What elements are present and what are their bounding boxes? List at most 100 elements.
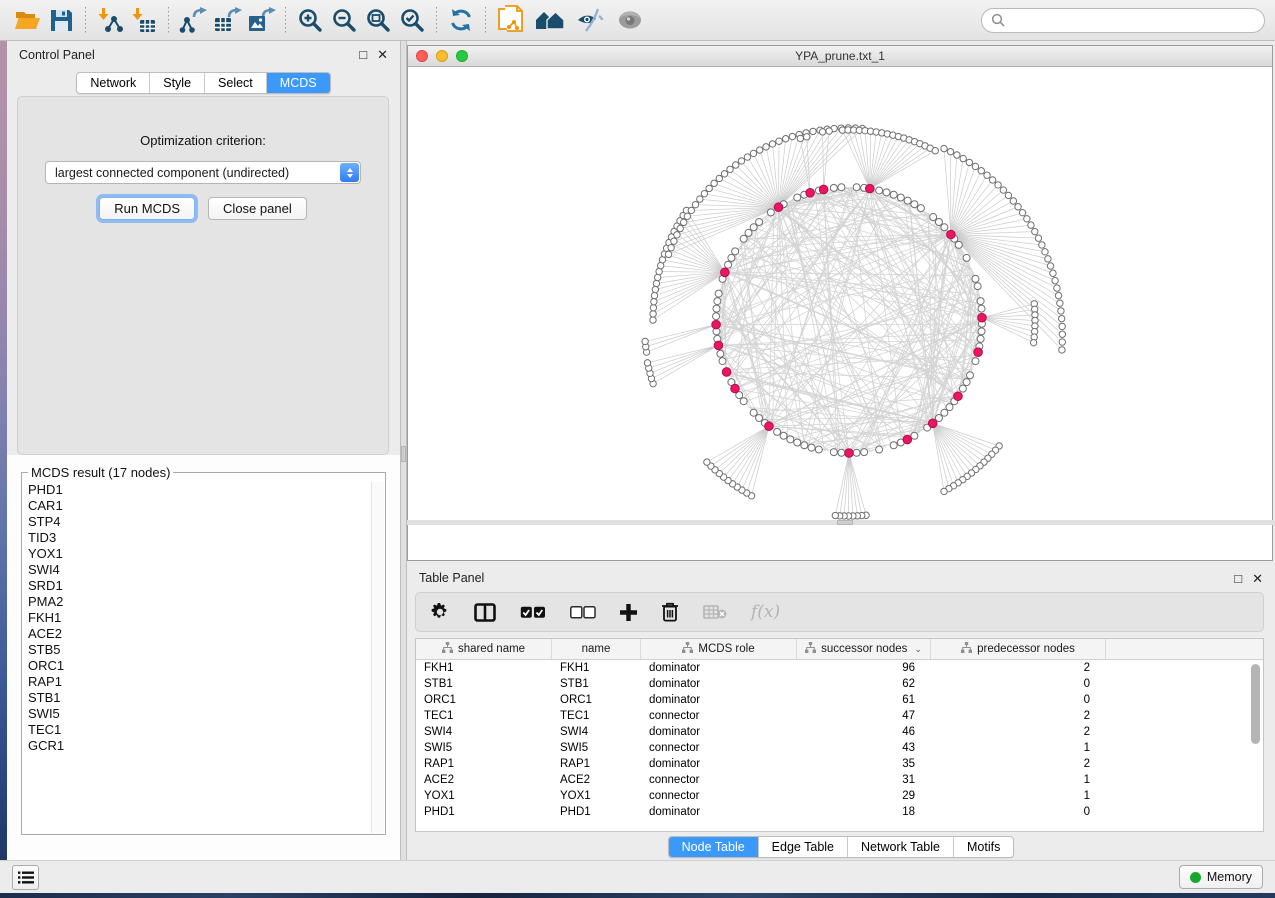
network-node[interactable]: [715, 290, 722, 297]
network-node[interactable]: [838, 184, 845, 191]
splitter-grip[interactable]: [837, 520, 853, 525]
network-node[interactable]: [680, 219, 686, 225]
network-node[interactable]: [946, 404, 953, 411]
network-node[interactable]: [804, 134, 810, 140]
mcds-node[interactable]: [714, 341, 723, 350]
network-node[interactable]: [644, 360, 650, 366]
table-row[interactable]: ACE2ACE2connector311: [416, 772, 1263, 788]
network-node[interactable]: [692, 201, 698, 207]
column-header-shared-name[interactable]: shared name: [416, 639, 552, 659]
close-panel-icon[interactable]: ✕: [1252, 572, 1263, 585]
network-node[interactable]: [917, 205, 924, 212]
network-node[interactable]: [861, 449, 868, 456]
network-node[interactable]: [890, 442, 897, 449]
network-node[interactable]: [876, 187, 883, 194]
network-node[interactable]: [960, 155, 966, 161]
task-history-button[interactable]: [12, 865, 39, 890]
import-network-icon[interactable]: [93, 4, 127, 36]
network-node[interactable]: [977, 335, 984, 342]
network-node[interactable]: [819, 129, 825, 135]
mcds-result-item[interactable]: PMA2: [23, 594, 371, 610]
network-node[interactable]: [984, 172, 990, 178]
network-node[interactable]: [711, 180, 717, 186]
column-header-predecessor-nodes[interactable]: predecessor nodes: [931, 639, 1106, 659]
network-node[interactable]: [1058, 315, 1064, 321]
network-node[interactable]: [1028, 222, 1034, 228]
network-node[interactable]: [780, 432, 787, 439]
network-node[interactable]: [978, 305, 985, 312]
network-node[interactable]: [1035, 235, 1041, 241]
network-node[interactable]: [721, 171, 727, 177]
network-node[interactable]: [732, 162, 738, 168]
network-node[interactable]: [1050, 270, 1056, 276]
mcds-result-item[interactable]: SWI4: [23, 562, 371, 578]
network-node[interactable]: [745, 229, 752, 236]
float-panel-icon[interactable]: □: [1234, 572, 1242, 585]
network-node[interactable]: [989, 177, 995, 183]
network-node[interactable]: [651, 298, 657, 304]
network-node[interactable]: [1000, 187, 1006, 193]
network-node[interactable]: [1039, 242, 1045, 248]
import-table-icon[interactable]: [127, 4, 161, 36]
settings-gear-icon[interactable]: [430, 600, 450, 624]
column-header-successor-nodes[interactable]: successor nodes⌄: [797, 639, 931, 659]
mcds-result-item[interactable]: CAR1: [23, 498, 371, 514]
network-node[interactable]: [808, 444, 815, 451]
table-row[interactable]: SWI5SWI5connector431: [416, 740, 1263, 756]
zoom-fit-icon[interactable]: [361, 4, 395, 36]
network-node[interactable]: [966, 159, 972, 165]
network-node[interactable]: [972, 275, 979, 282]
network-node[interactable]: [684, 213, 690, 219]
splitter-grip[interactable]: [401, 446, 406, 462]
network-node[interactable]: [688, 207, 694, 213]
network-node[interactable]: [1059, 323, 1065, 329]
network-node[interactable]: [1010, 198, 1016, 204]
network-node[interactable]: [1030, 339, 1036, 345]
network-node[interactable]: [995, 182, 1001, 188]
network-node[interactable]: [757, 147, 763, 153]
mcds-result-item[interactable]: STP4: [23, 514, 371, 530]
network-node[interactable]: [756, 414, 763, 421]
network-node[interactable]: [767, 209, 774, 216]
network-node[interactable]: [701, 190, 707, 196]
tab-motifs[interactable]: Motifs: [954, 837, 1013, 857]
tab-style[interactable]: Style: [150, 73, 205, 93]
network-node[interactable]: [794, 439, 801, 446]
mcds-node[interactable]: [722, 368, 731, 377]
table-row[interactable]: SWI4SWI4dominator462: [416, 724, 1263, 740]
network-node[interactable]: [959, 385, 966, 392]
network-node[interactable]: [763, 144, 769, 150]
network-node[interactable]: [932, 148, 938, 154]
network-node[interactable]: [727, 166, 733, 172]
network-node[interactable]: [656, 268, 662, 274]
network-node[interactable]: [810, 128, 816, 134]
network-node[interactable]: [677, 225, 683, 231]
scrollbar-thumb[interactable]: [1251, 664, 1260, 744]
network-node[interactable]: [725, 261, 732, 268]
network-canvas-area[interactable]: [408, 67, 1272, 560]
tab-network[interactable]: Network: [77, 73, 150, 93]
table-scrollbar[interactable]: [1251, 664, 1260, 824]
network-node[interactable]: [947, 148, 953, 154]
mcds-result-item[interactable]: STB5: [23, 642, 371, 658]
network-node[interactable]: [801, 442, 808, 449]
mcds-result-item[interactable]: YOX1: [23, 546, 371, 562]
network-node[interactable]: [706, 185, 712, 191]
mcds-node[interactable]: [978, 313, 987, 322]
network-node[interactable]: [966, 372, 973, 379]
export-table-icon[interactable]: [210, 4, 244, 36]
network-node[interactable]: [654, 274, 660, 280]
network-node[interactable]: [930, 214, 937, 221]
search-input[interactable]: [1005, 13, 1255, 27]
table-row[interactable]: PHD1PHD1dominator180: [416, 804, 1263, 820]
column-header-name[interactable]: name: [552, 639, 641, 659]
mcds-node[interactable]: [903, 435, 912, 444]
network-node[interactable]: [716, 175, 722, 181]
network-node[interactable]: [1059, 339, 1065, 345]
network-node[interactable]: [876, 446, 883, 453]
network-node[interactable]: [1058, 308, 1064, 314]
network-node[interactable]: [1055, 292, 1061, 298]
table-row[interactable]: ORC1ORC1dominator610: [416, 692, 1263, 708]
network-node[interactable]: [830, 184, 837, 191]
network-node[interactable]: [750, 224, 757, 231]
